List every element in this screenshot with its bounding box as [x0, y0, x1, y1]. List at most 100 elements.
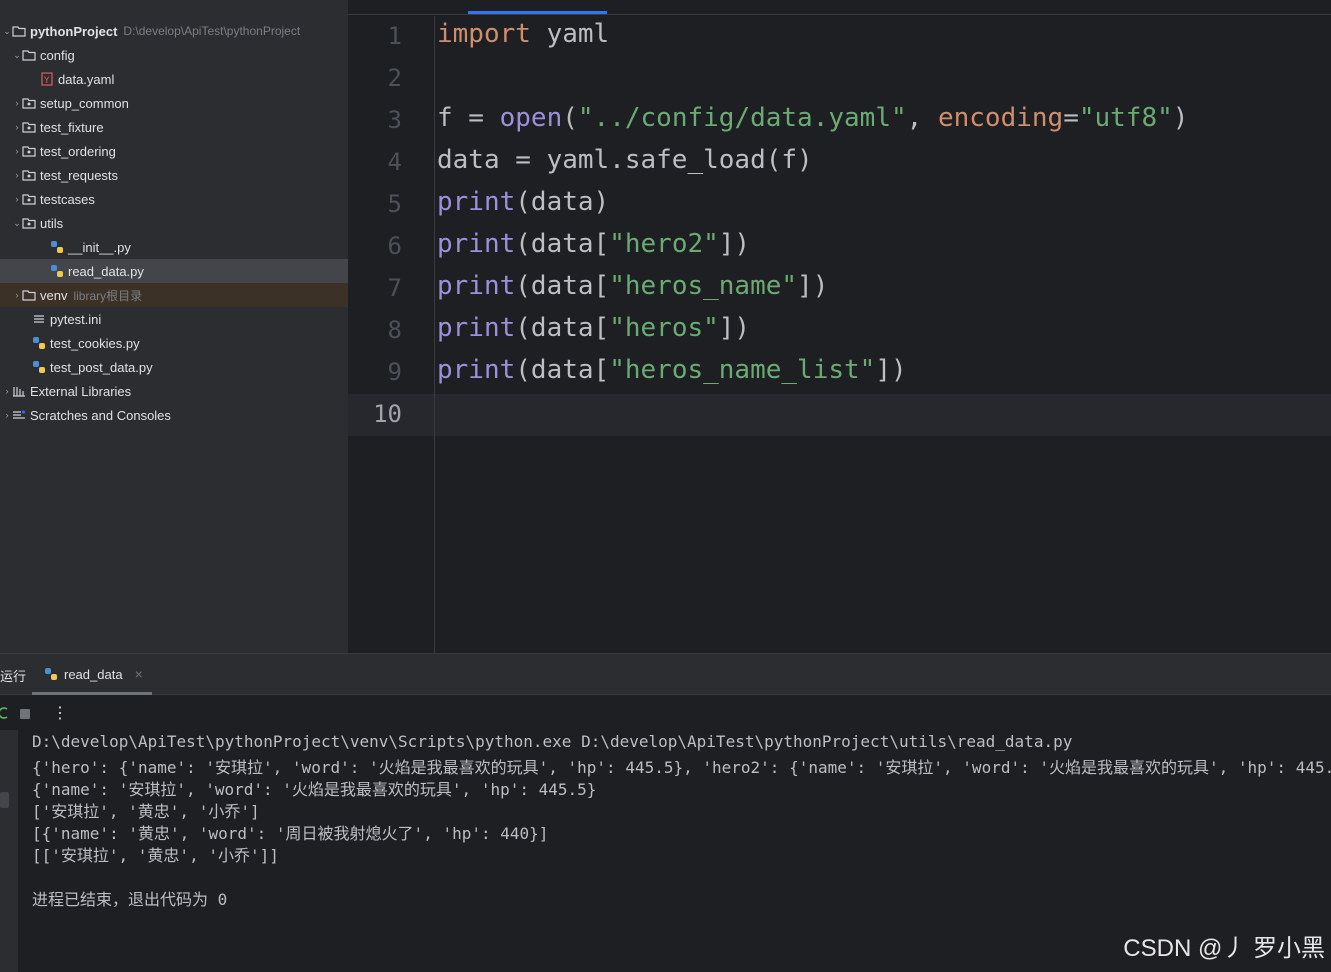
- folder-icon: [22, 48, 36, 62]
- chevron-right-icon[interactable]: ›: [12, 194, 22, 204]
- tree-item-read-data-py[interactable]: read_data.py: [0, 259, 386, 283]
- tree-item-label: pytest.ini: [50, 311, 102, 327]
- run-tab-label: read_data: [64, 666, 123, 682]
- run-tab-read-data[interactable]: read_data ×: [32, 654, 152, 694]
- tree-item-label: test_ordering: [40, 143, 116, 159]
- package-folder-icon: [22, 144, 36, 158]
- console-line: D:\develop\ApiTest\pythonProject\venv\Sc…: [32, 732, 1073, 751]
- tree-item-hint: library根目录: [73, 288, 143, 303]
- code-line-3: f = open("../config/data.yaml", encoding…: [437, 103, 1189, 133]
- chevron-right-icon[interactable]: ›: [12, 122, 22, 132]
- run-panel-header: [0, 654, 1331, 695]
- watermark: CSDN @丿 罗小黑: [1123, 935, 1325, 962]
- tree-item-scratches[interactable]: › Scratches and Consoles: [0, 403, 350, 427]
- chevron-down-icon[interactable]: ⌄: [12, 50, 22, 61]
- tree-item-test-fixture[interactable]: › test_fixture: [0, 115, 360, 139]
- line-number: 5: [387, 190, 402, 218]
- tree-item-label: test_cookies.py: [50, 335, 140, 351]
- line-number: 2: [387, 64, 402, 92]
- python-file-icon: [50, 264, 64, 278]
- tree-item-label: test_fixture: [40, 119, 104, 135]
- package-folder-icon: [22, 192, 36, 206]
- console-line: {'name': '安琪拉', 'word': '火焰是我最喜欢的玩具', 'h…: [32, 780, 597, 799]
- package-folder-icon: [22, 120, 36, 134]
- console-exit-line: 进程已结束，退出代码为 0: [32, 890, 228, 909]
- line-number: 6: [387, 232, 402, 260]
- run-panel-title: 运行: [0, 669, 27, 684]
- code-line-5: print(data): [437, 187, 610, 217]
- code-line-8: print(data["heros"]): [437, 313, 751, 343]
- tree-item-test-cookies-py[interactable]: test_cookies.py: [0, 331, 380, 355]
- close-icon[interactable]: ×: [135, 666, 143, 682]
- tree-item-label: __init__.py: [68, 239, 131, 255]
- chevron-right-icon[interactable]: ›: [12, 170, 22, 180]
- chevron-right-icon[interactable]: ›: [12, 98, 22, 108]
- current-line-highlight: [348, 394, 1331, 436]
- project-path: D:\develop\ApiTest\pythonProject: [123, 24, 301, 38]
- tree-item-label: data.yaml: [58, 71, 115, 87]
- tree-item-label: config: [40, 47, 75, 63]
- python-file-icon: [50, 240, 64, 254]
- code-editor[interactable]: 1 2 3 4 5 6 7 8 9 10 import yaml f = ope…: [348, 0, 1331, 653]
- tree-item-data-yaml[interactable]: Y data.yaml: [0, 67, 388, 91]
- line-number: 8: [387, 316, 402, 344]
- tree-item-test-requests[interactable]: › test_requests: [0, 163, 360, 187]
- active-tab-indicator: [468, 11, 607, 14]
- svg-text:Y: Y: [43, 76, 50, 86]
- tree-item-pytest-ini[interactable]: pytest.ini: [0, 307, 380, 331]
- folder-icon: [22, 288, 36, 302]
- run-panel: 运行 read_data × ⋮ D:\develop\ApiTest\pyth…: [0, 653, 1331, 972]
- library-icon: [12, 384, 26, 398]
- chevron-right-icon[interactable]: ›: [2, 386, 12, 396]
- tree-root[interactable]: ⌄ pythonProject D:\develop\ApiTest\pytho…: [0, 19, 350, 43]
- tree-item-label: testcases: [40, 191, 95, 207]
- rerun-icon[interactable]: [0, 706, 8, 725]
- package-folder-icon: [22, 168, 36, 182]
- stop-icon[interactable]: [19, 707, 31, 725]
- yaml-file-icon: Y: [40, 72, 54, 86]
- folder-icon: [12, 24, 26, 38]
- code-line-9: print(data["heros_name_list"]): [437, 355, 907, 385]
- line-number: 1: [387, 22, 402, 50]
- chevron-right-icon[interactable]: ›: [12, 146, 22, 156]
- code-line-7: print(data["heros_name"]): [437, 271, 829, 301]
- run-tab-indicator: [32, 692, 152, 695]
- tree-item-testcases[interactable]: › testcases: [0, 187, 360, 211]
- code-line-6: print(data["hero2"]): [437, 229, 751, 259]
- tree-item-setup-common[interactable]: › setup_common: [0, 91, 360, 115]
- package-folder-icon: [22, 216, 36, 230]
- chevron-down-icon[interactable]: ⌄: [12, 218, 22, 229]
- python-file-icon: [44, 667, 58, 681]
- line-number: 3: [387, 106, 402, 134]
- tree-item-label: test_requests: [40, 167, 119, 183]
- chevron-right-icon[interactable]: ›: [2, 410, 12, 420]
- ini-file-icon: [32, 312, 46, 326]
- console-line: [{'name': '黄忠', 'word': '周日被我射熄火了', 'hp'…: [32, 824, 549, 843]
- tree-item-init-py[interactable]: __init__.py: [0, 235, 398, 259]
- tree-item-test-post-data-py[interactable]: test_post_data.py: [0, 355, 380, 379]
- tree-item-label: read_data.py: [68, 263, 144, 279]
- code-line-1: import yaml: [437, 19, 610, 49]
- tree-item-label: External Libraries: [30, 383, 132, 399]
- line-number: 4: [387, 148, 402, 176]
- line-number-current: 10: [373, 400, 402, 428]
- soft-wrap-icon[interactable]: [0, 792, 9, 808]
- more-options-icon[interactable]: ⋮: [52, 703, 68, 723]
- tree-item-venv[interactable]: › venv library根目录: [0, 283, 360, 307]
- chevron-down-icon[interactable]: ⌄: [2, 26, 12, 37]
- scratches-icon: [12, 408, 26, 422]
- tree-item-test-ordering[interactable]: › test_ordering: [0, 139, 360, 163]
- tree-item-utils[interactable]: ⌄ utils: [0, 211, 360, 235]
- tree-item-config[interactable]: ⌄ config: [0, 43, 360, 67]
- tree-item-label: setup_common: [40, 95, 129, 111]
- console-line: ['安琪拉', '黄忠', '小乔']: [32, 802, 260, 821]
- tree-item-label: Scratches and Consoles: [30, 407, 171, 423]
- console-line: [['安琪拉', '黄忠', '小乔']]: [32, 846, 279, 865]
- run-toolbar: ⋮: [0, 696, 1331, 730]
- python-file-icon: [32, 336, 46, 350]
- console-line: {'hero': {'name': '安琪拉', 'word': '火焰是我最喜…: [32, 758, 1331, 777]
- package-folder-icon: [22, 96, 36, 110]
- tree-item-external-libraries[interactable]: › External Libraries: [0, 379, 350, 403]
- project-name: pythonProject: [30, 23, 118, 39]
- chevron-right-icon[interactable]: ›: [12, 290, 22, 300]
